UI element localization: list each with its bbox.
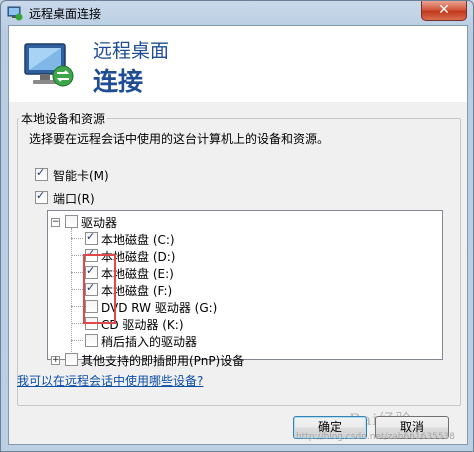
drives-checkbox[interactable] (65, 215, 78, 228)
devices-help-link[interactable]: 我可以在远程会话中使用哪些设备? (17, 372, 203, 389)
pnp-devices-checkbox[interactable] (65, 353, 78, 366)
banner-title-line1: 远程桌面 (93, 40, 170, 62)
remote-monitor-icon (24, 43, 74, 87)
remote-desktop-icon (7, 6, 23, 21)
group-legend: 本地设备和资源 (19, 110, 108, 127)
tree-connector (71, 289, 83, 290)
collapse-drives-icon[interactable]: − (51, 218, 60, 227)
tree-connector (71, 272, 83, 273)
ports-checkbox[interactable] (35, 189, 48, 204)
tree-connector (71, 255, 83, 256)
tree-connector (71, 228, 72, 354)
pnp-devices-label[interactable]: 其他支持的即插即用(PnP)设备 (81, 352, 244, 369)
tree-connector (71, 306, 83, 307)
ports-label[interactable]: 端口(R) (53, 190, 95, 207)
expand-pnp-icon[interactable]: + (51, 356, 60, 365)
tree-connector (71, 238, 83, 239)
smartcard-label[interactable]: 智能卡(M) (53, 167, 109, 184)
smartcard-checkbox[interactable] (35, 166, 48, 181)
drive-label-c[interactable]: 本地磁盘 (C:) (101, 231, 175, 248)
drive-checkbox-c[interactable] (85, 230, 98, 245)
window-title: 远程桌面连接 (29, 7, 102, 21)
dialog-banner: 远程桌面 连接 (9, 26, 467, 102)
dialog-body: 远程桌面 连接 本地设备和资源 选择要在远程会话中使用的这台计算机上的设备和资源… (8, 25, 468, 445)
title-bar[interactable]: 远程桌面连接 ✕ (1, 1, 473, 25)
url-watermark: http://blog.csdn.net/zah661635538 (295, 432, 455, 442)
banner-title-line2: 连接 (93, 67, 144, 96)
drives-label[interactable]: 驱动器 (81, 214, 117, 231)
tree-connector (71, 340, 83, 341)
close-button[interactable]: ✕ (421, 1, 467, 21)
later-drives-checkbox[interactable] (85, 334, 98, 347)
drive-label-g[interactable]: DVD RW 驱动器 (G:) (101, 299, 217, 316)
annotation-highlight-box (83, 254, 116, 324)
group-description: 选择要在远程会话中使用的这台计算机上的设备和资源。 (29, 132, 330, 146)
later-drives-label[interactable]: 稍后插入的驱动器 (101, 333, 197, 350)
tree-connector (71, 323, 83, 324)
remote-desktop-dialog: 远程桌面连接 ✕ 远程桌面 连接 本地设备和资源 选择要在远程会话中使用的这台计… (0, 0, 474, 452)
